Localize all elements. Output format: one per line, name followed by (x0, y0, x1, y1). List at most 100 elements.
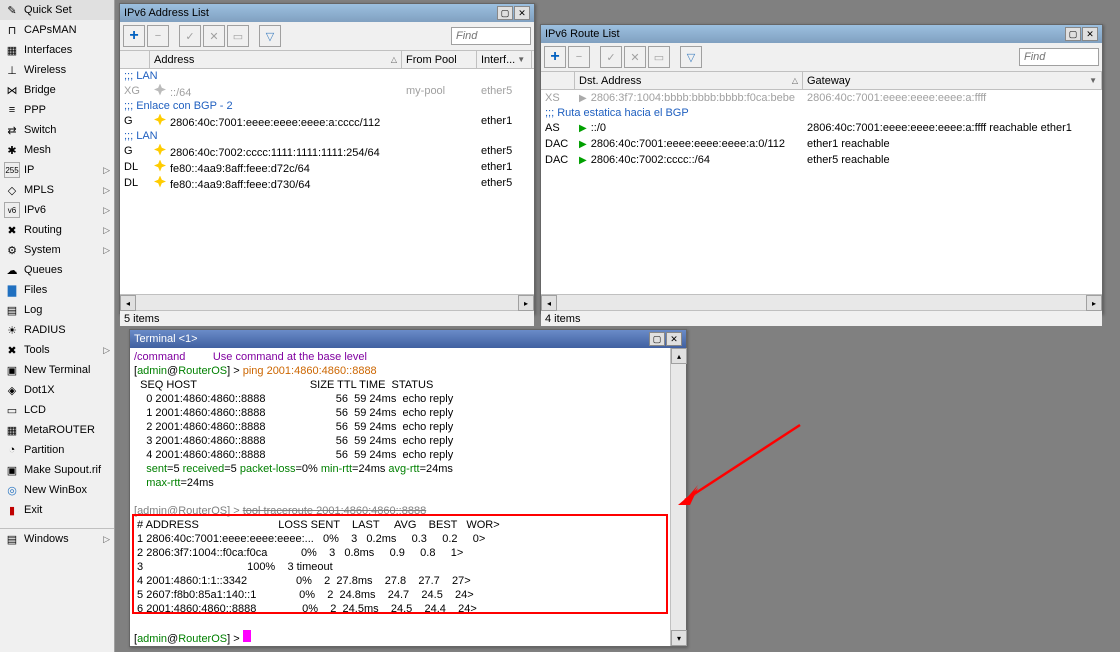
sidebar-item-ipv6[interactable]: v6IPv6▷ (0, 200, 114, 220)
scroll-up-icon[interactable]: ▴ (671, 348, 687, 364)
dropdown-icon: ▼ (517, 55, 525, 64)
sidebar-item-capsman[interactable]: ⊓CAPsMAN (0, 20, 114, 40)
sidebar-item-ppp[interactable]: ≡PPP (0, 100, 114, 120)
enable-button[interactable]: ✓ (179, 25, 201, 47)
col-gateway[interactable]: Gateway▼ (803, 72, 1102, 89)
cell-dst: ▶2806:3f7:1004:bbbb:bbbb:bbbb:f0ca:bebe (575, 92, 803, 104)
section-label: ;;; LAN (120, 129, 534, 143)
maximize-button[interactable]: ▢ (497, 6, 513, 20)
add-button[interactable]: + (123, 25, 145, 47)
sidebar-item-queues[interactable]: ☁Queues (0, 260, 114, 280)
filter-button[interactable]: ▽ (680, 46, 702, 68)
section-label: ;;; Enlace con BGP - 2 (120, 99, 534, 113)
terminal-icon: ▣ (4, 362, 20, 378)
sidebar-item-metarouter[interactable]: ▦MetaROUTER (0, 420, 114, 440)
table-row[interactable]: DAC ▶2806:40c:7001:eeee:eeee:eeee:a:0/11… (541, 136, 1102, 152)
sidebar-item-new-terminal[interactable]: ▣New Terminal (0, 360, 114, 380)
table-row[interactable]: XS ▶2806:3f7:1004:bbbb:bbbb:bbbb:f0ca:be… (541, 90, 1102, 106)
sidebar-label: Routing (24, 224, 62, 236)
scroll-right-icon[interactable]: ▸ (518, 295, 534, 311)
sidebar-item-partition[interactable]: ◔Partition (0, 440, 114, 460)
titlebar[interactable]: IPv6 Route List ▢ ✕ (541, 25, 1102, 43)
col-interface[interactable]: Interf...▼ (477, 51, 532, 68)
table-row[interactable]: AS ▶::/0 2806:40c:7001:eeee:eeee:eeee:a:… (541, 120, 1102, 136)
route-icon: ▶ (579, 139, 587, 150)
sidebar-item-files[interactable]: ▇Files (0, 280, 114, 300)
sidebar-item-lcd[interactable]: ▭LCD (0, 400, 114, 420)
sidebar-item-log[interactable]: ▤Log (0, 300, 114, 320)
add-button[interactable]: + (544, 46, 566, 68)
sidebar-item-tools[interactable]: ✖Tools▷ (0, 340, 114, 360)
close-button[interactable]: ✕ (514, 6, 530, 20)
ipv6-icon: v6 (4, 202, 20, 218)
col-frompool[interactable]: From Pool (402, 51, 477, 68)
ppp-icon: ≡ (4, 102, 20, 118)
sidebar-item-supout[interactable]: ▣Make Supout.rif (0, 460, 114, 480)
scrollbar-vertical[interactable]: ▴▾ (670, 348, 686, 646)
scroll-left-icon[interactable]: ◂ (120, 295, 136, 311)
sidebar-item-bridge[interactable]: ⋈Bridge (0, 80, 114, 100)
titlebar[interactable]: IPv6 Address List ▢ ✕ (120, 4, 534, 22)
sidebar-item-windows[interactable]: ▤Windows▷ (0, 529, 114, 549)
table-row[interactable]: DL fe80::4aa9:8aff:feee:d730/64 ether5 (120, 175, 534, 191)
scroll-down-icon[interactable]: ▾ (671, 630, 687, 646)
disable-button[interactable]: ✕ (624, 46, 646, 68)
table-row[interactable]: G 2806:40c:7002:cccc:1111:1111:1111:254/… (120, 143, 534, 159)
cell-flag: G (120, 115, 150, 127)
maximize-button[interactable]: ▢ (649, 332, 665, 346)
sidebar-item-radius[interactable]: ☀RADIUS (0, 320, 114, 340)
sidebar-item-quickset[interactable]: ✎Quick Set (0, 0, 114, 20)
disable-button[interactable]: ✕ (203, 25, 225, 47)
filter-button[interactable]: ▽ (259, 25, 281, 47)
terminal-line: [admin@RouterOS] > ping 2001:4860:4860::… (134, 365, 377, 377)
comment-button[interactable]: ▭ (227, 25, 249, 47)
sidebar-item-exit[interactable]: ▮Exit (0, 500, 114, 520)
table-body: XS ▶2806:3f7:1004:bbbb:bbbb:bbbb:f0ca:be… (541, 90, 1102, 294)
cell-gateway: ether5 reachable (803, 154, 894, 166)
remove-button[interactable]: − (147, 25, 169, 47)
comment-button[interactable]: ▭ (648, 46, 670, 68)
ipv6-route-list-window: IPv6 Route List ▢ ✕ + − ✓ ✕ ▭ ▽ Dst. Add… (540, 24, 1103, 314)
table-row[interactable]: DAC ▶2806:40c:7002:cccc::/64 ether5 reac… (541, 152, 1102, 168)
cell-flag: DAC (541, 138, 575, 150)
address-icon (154, 144, 166, 156)
table-row[interactable]: DL fe80::4aa9:8aff:feee:d72c/64 ether1 (120, 159, 534, 175)
sidebar-item-mpls[interactable]: ◇MPLS▷ (0, 180, 114, 200)
sidebar-item-wireless[interactable]: ⊥Wireless (0, 60, 114, 80)
sidebar-item-ip[interactable]: 255IP▷ (0, 160, 114, 180)
terminal-line: 6 2001:4860:4860::8888 0% 2 24.5ms 24.5 … (134, 603, 477, 615)
sidebar-label: Interfaces (24, 44, 72, 56)
maximize-button[interactable]: ▢ (1065, 27, 1081, 41)
sidebar-item-system[interactable]: ⚙System▷ (0, 240, 114, 260)
enable-button[interactable]: ✓ (600, 46, 622, 68)
table-row[interactable]: XG ::/64 my-pool ether5 (120, 83, 534, 99)
address-icon (154, 114, 166, 126)
sidebar-item-interfaces[interactable]: ▦Interfaces (0, 40, 114, 60)
sidebar-item-mesh[interactable]: ✱Mesh (0, 140, 114, 160)
scroll-right-icon[interactable]: ▸ (1086, 295, 1102, 311)
col-address[interactable]: Address△ (150, 51, 402, 68)
sidebar-item-dot1x[interactable]: ◈Dot1X (0, 380, 114, 400)
titlebar[interactable]: Terminal <1> ▢ ✕ (130, 330, 686, 348)
remove-button[interactable]: − (568, 46, 590, 68)
system-icon: ⚙ (4, 242, 20, 258)
col-flags[interactable] (120, 51, 150, 68)
sidebar-item-switch[interactable]: ⇄Switch (0, 120, 114, 140)
col-dst[interactable]: Dst. Address△ (575, 72, 803, 89)
queues-icon: ☁ (4, 262, 20, 278)
sidebar-item-new-winbox[interactable]: ◎New WinBox (0, 480, 114, 500)
scrollbar-horizontal[interactable]: ◂▸ (120, 294, 534, 310)
scroll-left-icon[interactable]: ◂ (541, 295, 557, 311)
close-button[interactable]: ✕ (666, 332, 682, 346)
find-input[interactable] (451, 27, 531, 45)
windows-icon: ▤ (4, 531, 20, 547)
cell-address: 2806:40c:7001:eeee:eeee:eeee:a:cccc/112 (150, 114, 402, 129)
table-row[interactable]: G 2806:40c:7001:eeee:eeee:eeee:a:cccc/11… (120, 113, 534, 129)
scrollbar-horizontal[interactable]: ◂▸ (541, 294, 1102, 310)
col-flags[interactable] (541, 72, 575, 89)
find-input[interactable] (1019, 48, 1099, 66)
cell-interface: ether5 (477, 177, 532, 189)
sidebar-item-routing[interactable]: ✖Routing▷ (0, 220, 114, 240)
terminal-output[interactable]: /command Use command at the base level [… (130, 348, 686, 646)
close-button[interactable]: ✕ (1082, 27, 1098, 41)
